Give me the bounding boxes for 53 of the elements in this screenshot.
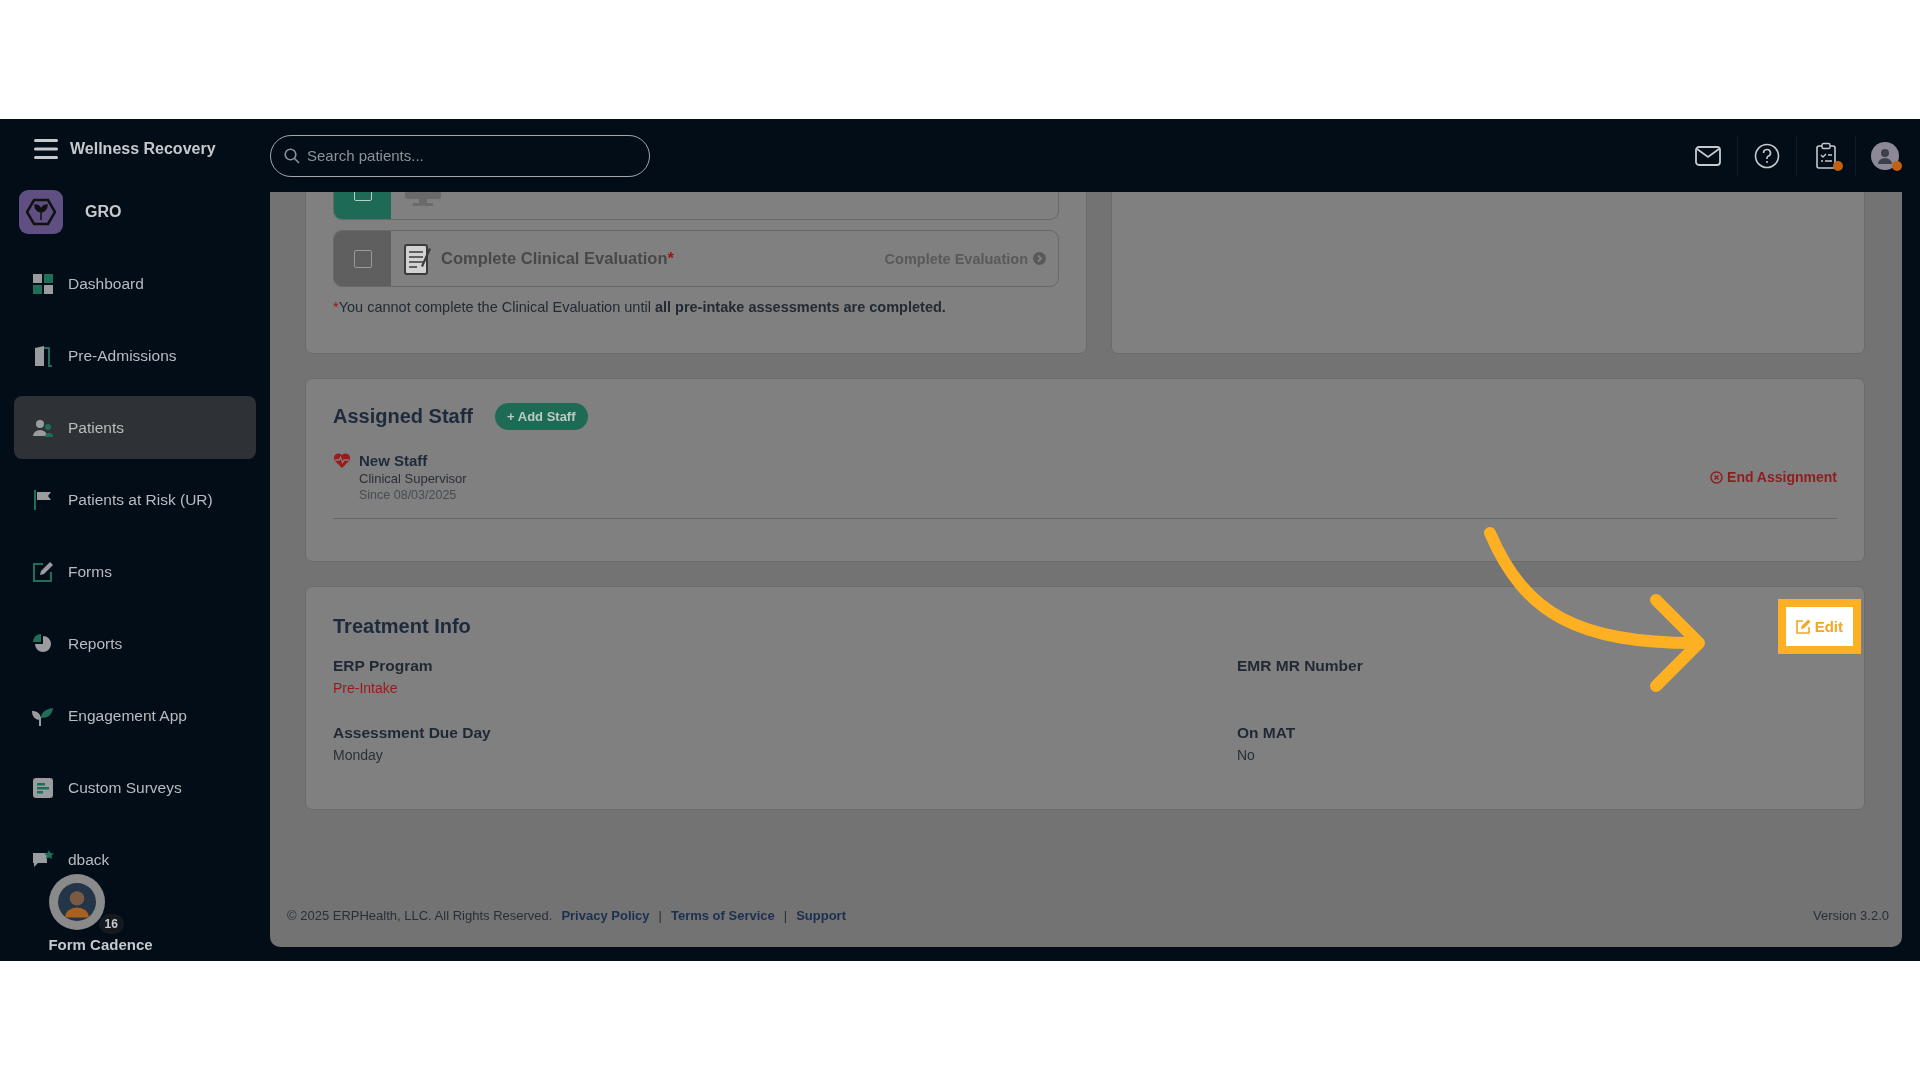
close-circle-icon — [1710, 470, 1724, 484]
grid-icon — [32, 272, 54, 295]
separator: | — [783, 908, 788, 923]
user-avatar-icon[interactable] — [1871, 141, 1899, 170]
section-title: Assigned Staff — [333, 405, 474, 428]
count-badge: 16 — [98, 914, 124, 934]
search-field[interactable]: Search patients... — [270, 134, 650, 177]
status-value: Pre-Intake — [333, 680, 399, 696]
clipboard-icon[interactable] — [1815, 141, 1837, 170]
search-icon — [284, 147, 300, 164]
flag-icon — [32, 488, 54, 511]
clipboard-icon — [403, 241, 431, 276]
separator: | — [658, 908, 662, 923]
copyright-text: © 2025 ERPHealth, LLC. All Rights Reserved. — [287, 908, 553, 923]
org-name: GRO — [85, 203, 122, 221]
chevron-right-icon — [1033, 252, 1046, 265]
help-icon[interactable] — [1754, 142, 1780, 169]
field-label: Assessment Due Day — [333, 724, 492, 742]
sidebar-item[interactable]: Forms — [14, 540, 256, 603]
field-value: No — [1237, 747, 1256, 763]
checkbox[interactable] — [334, 231, 391, 286]
staff-name: New Staff — [359, 452, 429, 469]
task-label: Complete Clinical Evaluation* — [441, 249, 674, 268]
sidebar-item[interactable]: Engagement App — [14, 684, 256, 747]
field-value: Monday — [333, 747, 384, 763]
sidebar-item[interactable]: Dashboard — [14, 252, 256, 315]
field-label: EMR MR Number — [1237, 657, 1364, 675]
edit-icon — [1795, 618, 1811, 634]
avatar-icon — [57, 883, 96, 921]
field-label: ERP Program — [333, 657, 434, 675]
pie-chart-icon — [32, 632, 54, 655]
menu-icon[interactable] — [34, 138, 58, 159]
door-icon — [32, 344, 54, 367]
staff-since: Since 08/03/2025 — [359, 488, 458, 502]
app-name: Wellness Recovery — [70, 139, 216, 158]
sidebar-item[interactable]: Pre-Admissions — [14, 324, 256, 387]
form-cadence-label: Form Cadence — [48, 936, 153, 953]
mail-icon[interactable] — [1695, 145, 1721, 166]
staff-role: Clinical Supervisor — [359, 471, 467, 486]
sidebar-item[interactable]: Patients — [14, 396, 256, 459]
sidebar-item[interactable]: Reports — [14, 612, 256, 675]
add-staff-button[interactable]: + Add Staff — [495, 403, 588, 430]
version-text: Version 3.2.0 — [1813, 908, 1889, 923]
sidebar-item[interactable]: Custom Surveys — [14, 756, 256, 819]
sidebar-item[interactable]: dback — [14, 828, 256, 891]
sidebar-item[interactable]: Patients at Risk (UR) — [14, 468, 256, 531]
heart-pulse-icon — [333, 452, 351, 469]
list-icon — [32, 776, 54, 799]
warning-note: *You cannot complete the Clinical Evaluation until all pre-intake assessments are completed. — [333, 299, 947, 315]
org-logo[interactable] — [19, 190, 63, 234]
field-label: On MAT — [1237, 724, 1297, 742]
edit-icon — [32, 560, 54, 583]
section-title: Treatment Info — [333, 614, 471, 638]
